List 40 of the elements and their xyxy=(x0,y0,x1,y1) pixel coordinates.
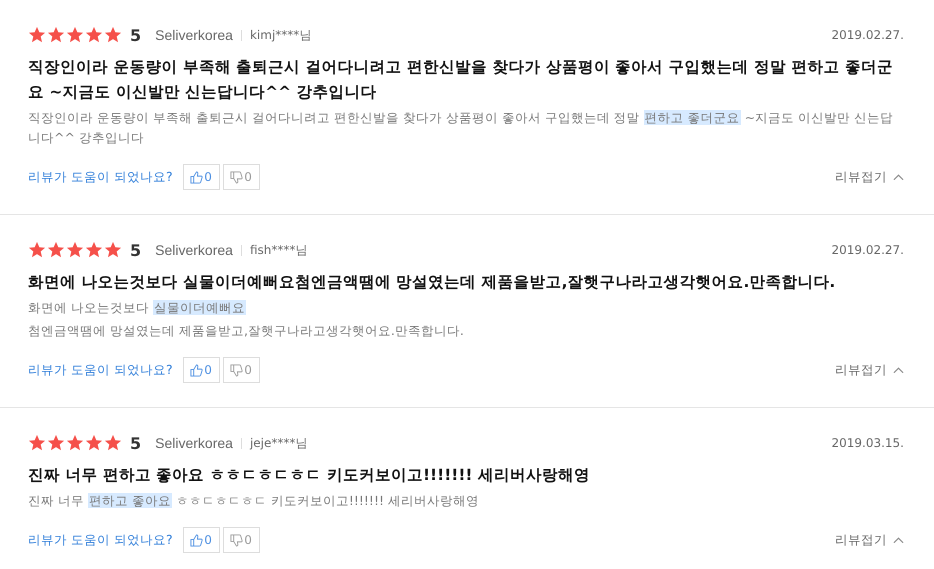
like-button[interactable]: 0 xyxy=(182,527,220,553)
caret-up-icon xyxy=(893,366,904,374)
review-date: 2019.03.15. xyxy=(831,436,904,450)
review-text: 진짜 너무 편하고 좋아요 ㅎㅎㄷㅎㄷㅎㄷ 키도커보이고!!!!!!! 세리버사랑해영 xyxy=(28,492,480,510)
like-button[interactable]: 0 xyxy=(182,164,220,190)
helpful-question: 리뷰가 도움이 되었나요? xyxy=(28,532,173,548)
caret-up-icon xyxy=(893,536,904,544)
like-button[interactable]: 0 xyxy=(182,357,220,383)
rating-score: 5 xyxy=(130,240,142,260)
review-date: 2019.02.27. xyxy=(831,28,904,42)
seller-name: Seliverkorea xyxy=(155,27,233,43)
thumbs-down-icon xyxy=(230,534,244,546)
review-title: 직장인이라 운동량이 부족해 출퇴근시 걸어다니려고 편한신발을 찾다가 상품평이 좋아서 구입했는데 정말 편하고 좋더군요 ~지금도 이신발만 신는답니다^^ 강추입니다 xyxy=(28,57,894,103)
review-date: 2019.02.27. xyxy=(831,243,904,257)
rating-score: 5 xyxy=(130,26,142,44)
review-text: 화면에 나오는것보다 실물이더예뻐요 xyxy=(28,299,247,317)
dislike-button[interactable]: 0 xyxy=(222,357,260,383)
rating-score: 5 xyxy=(130,434,142,452)
thumbs-down-icon xyxy=(230,364,244,376)
helpful-question: 리뷰가 도움이 되었나요? xyxy=(28,168,173,186)
thumbs-up-icon xyxy=(190,534,204,546)
collapse-review-button[interactable]: 리뷰접기 xyxy=(835,532,904,548)
collapse-review-button[interactable]: 리뷰접기 xyxy=(835,362,904,378)
review-title: 화면에 나오는것보다 실물이더예뻐요첨엔금액땜에 망설였는데 제품을받고,잘햇구나라고생각햇어요.만족합니다. xyxy=(28,272,836,293)
reviewer-id: jeje****님 xyxy=(250,434,308,452)
reviewer-id: fish****님 xyxy=(250,242,308,258)
collapse-review-button[interactable]: 리뷰접기 xyxy=(835,168,904,186)
review-text: 직장인이라 운동량이 부족해 출퇴근시 걸어다니려고 편한신발을 찾다가 상품평이 좋아서 구입했는데 정말 편하고 좋더군요 ~지금도 이신발만 신는답니다^^ 강추입니다 xyxy=(28,109,894,147)
dislike-button[interactable]: 0 xyxy=(222,164,260,190)
reviewer-id: kimj****님 xyxy=(250,26,312,44)
review-text: 첨엔금액땜에 망설였는데 제품을받고,잘햇구나라고생각햇어요.만족합니다. xyxy=(28,322,465,340)
thumbs-up-icon xyxy=(190,170,204,184)
dislike-button[interactable]: 0 xyxy=(222,527,260,553)
review-title: 진짜 너무 편하고 좋아요 ㅎㅎㄷㅎㄷㅎㄷ 키도커보이고!!!!!!! 세리버사랑해영 xyxy=(28,465,591,486)
caret-up-icon xyxy=(893,173,904,181)
seller-name: Seliverkorea xyxy=(155,242,233,258)
helpful-question: 리뷰가 도움이 되었나요? xyxy=(28,362,173,378)
seller-name: Seliverkorea xyxy=(155,435,233,451)
thumbs-up-icon xyxy=(190,364,204,376)
thumbs-down-icon xyxy=(230,170,244,184)
